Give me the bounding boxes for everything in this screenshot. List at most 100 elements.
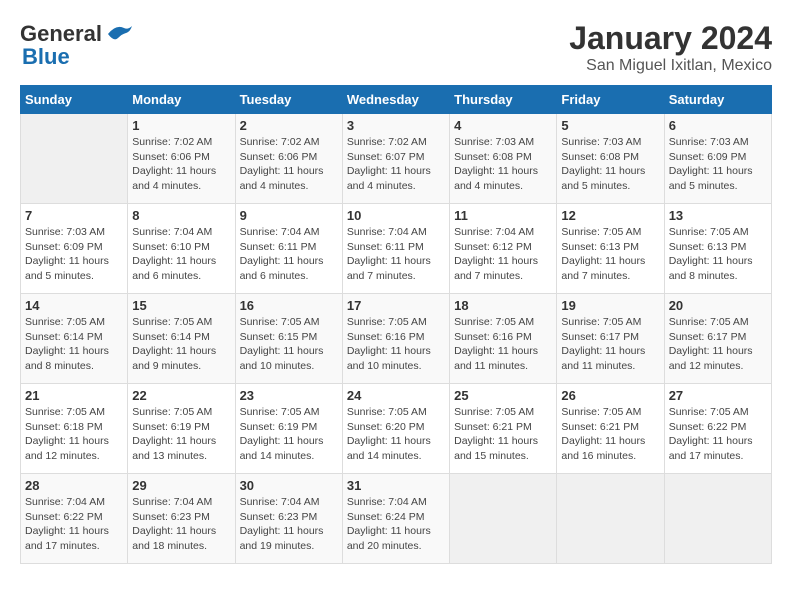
day-number: 18 — [454, 298, 552, 313]
day-info: Sunrise: 7:05 AMSunset: 6:14 PMDaylight:… — [132, 315, 230, 374]
calendar-day-cell: 23 Sunrise: 7:05 AMSunset: 6:19 PMDayligh… — [235, 384, 342, 474]
calendar-day-cell: 7 Sunrise: 7:03 AMSunset: 6:09 PMDaylight… — [21, 204, 128, 294]
calendar-day-cell: 29 Sunrise: 7:04 AMSunset: 6:23 PMDayligh… — [128, 474, 235, 564]
calendar-day-cell: 5Sunrise: 7:03 AMSunset: 6:08 PMDaylight… — [557, 114, 664, 204]
calendar-day-cell: 12 Sunrise: 7:05 AMSunset: 6:13 PMDayligh… — [557, 204, 664, 294]
day-of-week-header: Sunday — [21, 86, 128, 114]
day-number: 22 — [132, 388, 230, 403]
calendar-day-cell: 14Sunrise: 7:05 AMSunset: 6:14 PMDayligh… — [21, 294, 128, 384]
day-number: 8 — [132, 208, 230, 223]
calendar-day-cell: 22Sunrise: 7:05 AMSunset: 6:19 PMDayligh… — [128, 384, 235, 474]
day-number: 16 — [240, 298, 338, 313]
day-info: Sunrise: 7:05 AMSunset: 6:13 PMDaylight:… — [669, 225, 767, 284]
day-number: 23 — [240, 388, 338, 403]
day-number: 29 — [132, 478, 230, 493]
calendar-day-cell: 15 Sunrise: 7:05 AMSunset: 6:14 PMDayligh… — [128, 294, 235, 384]
title-section: January 2024 San Miguel Ixitlan, Mexico — [569, 20, 772, 75]
calendar-day-cell: 18 Sunrise: 7:05 AMSunset: 6:16 PMDayligh… — [450, 294, 557, 384]
calendar-day-cell: 19 Sunrise: 7:05 AMSunset: 6:17 PMDayligh… — [557, 294, 664, 384]
day-info: Sunrise: 7:05 AMSunset: 6:17 PMDaylight:… — [669, 315, 767, 374]
day-info: Sunrise: 7:05 AMSunset: 6:19 PMDaylight:… — [240, 405, 338, 464]
day-number: 26 — [561, 388, 659, 403]
calendar-day-cell: 1 Sunrise: 7:02 AMSunset: 6:06 PMDaylight… — [128, 114, 235, 204]
calendar-day-cell: 8 Sunrise: 7:04 AMSunset: 6:10 PMDaylight… — [128, 204, 235, 294]
calendar-subtitle: San Miguel Ixitlan, Mexico — [569, 57, 772, 75]
day-number: 7 — [25, 208, 123, 223]
day-number: 17 — [347, 298, 445, 313]
calendar-day-cell: 20Sunrise: 7:05 AMSunset: 6:17 PMDayligh… — [664, 294, 771, 384]
day-number: 28 — [25, 478, 123, 493]
day-number: 1 — [132, 118, 230, 133]
calendar-day-cell: 31Sunrise: 7:04 AMSunset: 6:24 PMDayligh… — [342, 474, 449, 564]
calendar-day-cell — [450, 474, 557, 564]
day-number: 12 — [561, 208, 659, 223]
calendar-day-cell: 4Sunrise: 7:03 AMSunset: 6:08 PMDaylight… — [450, 114, 557, 204]
day-info: Sunrise: 7:04 AMSunset: 6:12 PMDaylight:… — [454, 225, 552, 284]
calendar-header-row: SundayMondayTuesdayWednesdayThursdayFrid… — [21, 86, 772, 114]
day-info: Sunrise: 7:02 AMSunset: 6:06 PMDaylight:… — [132, 135, 230, 194]
day-info: Sunrise: 7:04 AMSunset: 6:23 PMDaylight:… — [132, 495, 230, 554]
calendar-day-cell: 9 Sunrise: 7:04 AMSunset: 6:11 PMDaylight… — [235, 204, 342, 294]
day-info: Sunrise: 7:04 AMSunset: 6:10 PMDaylight:… — [132, 225, 230, 284]
day-info: Sunrise: 7:03 AMSunset: 6:09 PMDaylight:… — [669, 135, 767, 194]
calendar-table: SundayMondayTuesdayWednesdayThursdayFrid… — [20, 85, 772, 564]
day-info: Sunrise: 7:02 AMSunset: 6:07 PMDaylight:… — [347, 135, 445, 194]
day-info: Sunrise: 7:03 AMSunset: 6:09 PMDaylight:… — [25, 225, 123, 284]
day-info: Sunrise: 7:05 AMSunset: 6:22 PMDaylight:… — [669, 405, 767, 464]
day-number: 19 — [561, 298, 659, 313]
day-of-week-header: Monday — [128, 86, 235, 114]
day-info: Sunrise: 7:05 AMSunset: 6:14 PMDaylight:… — [25, 315, 123, 374]
day-info: Sunrise: 7:05 AMSunset: 6:21 PMDaylight:… — [561, 405, 659, 464]
calendar-day-cell: 2 Sunrise: 7:02 AMSunset: 6:06 PMDaylight… — [235, 114, 342, 204]
day-info: Sunrise: 7:05 AMSunset: 6:16 PMDaylight:… — [347, 315, 445, 374]
calendar-day-cell: 30Sunrise: 7:04 AMSunset: 6:23 PMDayligh… — [235, 474, 342, 564]
day-info: Sunrise: 7:05 AMSunset: 6:20 PMDaylight:… — [347, 405, 445, 464]
day-of-week-header: Wednesday — [342, 86, 449, 114]
calendar-day-cell: 21Sunrise: 7:05 AMSunset: 6:18 PMDayligh… — [21, 384, 128, 474]
page-header: General Blue January 2024 San Miguel Ixi… — [20, 20, 772, 75]
calendar-day-cell: 28 Sunrise: 7:04 AMSunset: 6:22 PMDayligh… — [21, 474, 128, 564]
day-number: 10 — [347, 208, 445, 223]
calendar-day-cell: 17 Sunrise: 7:05 AMSunset: 6:16 PMDayligh… — [342, 294, 449, 384]
day-info: Sunrise: 7:05 AMSunset: 6:18 PMDaylight:… — [25, 405, 123, 464]
day-info: Sunrise: 7:05 AMSunset: 6:16 PMDaylight:… — [454, 315, 552, 374]
calendar-week-row: 1 Sunrise: 7:02 AMSunset: 6:06 PMDaylight… — [21, 114, 772, 204]
day-number: 3 — [347, 118, 445, 133]
day-number: 31 — [347, 478, 445, 493]
calendar-day-cell: 27 Sunrise: 7:05 AMSunset: 6:22 PMDayligh… — [664, 384, 771, 474]
day-number: 15 — [132, 298, 230, 313]
day-info: Sunrise: 7:05 AMSunset: 6:15 PMDaylight:… — [240, 315, 338, 374]
logo-blue: Blue — [22, 44, 70, 70]
day-info: Sunrise: 7:04 AMSunset: 6:22 PMDaylight:… — [25, 495, 123, 554]
day-info: Sunrise: 7:04 AMSunset: 6:11 PMDaylight:… — [240, 225, 338, 284]
day-number: 5 — [561, 118, 659, 133]
day-info: Sunrise: 7:04 AMSunset: 6:11 PMDaylight:… — [347, 225, 445, 284]
calendar-day-cell: 10 Sunrise: 7:04 AMSunset: 6:11 PMDayligh… — [342, 204, 449, 294]
day-number: 11 — [454, 208, 552, 223]
calendar-day-cell: 11 Sunrise: 7:04 AMSunset: 6:12 PMDayligh… — [450, 204, 557, 294]
calendar-day-cell: 25Sunrise: 7:05 AMSunset: 6:21 PMDayligh… — [450, 384, 557, 474]
day-of-week-header: Friday — [557, 86, 664, 114]
calendar-day-cell: 26 Sunrise: 7:05 AMSunset: 6:21 PMDayligh… — [557, 384, 664, 474]
day-number: 2 — [240, 118, 338, 133]
day-number: 4 — [454, 118, 552, 133]
calendar-day-cell: 6Sunrise: 7:03 AMSunset: 6:09 PMDaylight… — [664, 114, 771, 204]
day-of-week-header: Thursday — [450, 86, 557, 114]
calendar-week-row: 7 Sunrise: 7:03 AMSunset: 6:09 PMDaylight… — [21, 204, 772, 294]
calendar-week-row: 28 Sunrise: 7:04 AMSunset: 6:22 PMDayligh… — [21, 474, 772, 564]
day-info: Sunrise: 7:02 AMSunset: 6:06 PMDaylight:… — [240, 135, 338, 194]
day-number: 13 — [669, 208, 767, 223]
day-info: Sunrise: 7:05 AMSunset: 6:17 PMDaylight:… — [561, 315, 659, 374]
day-number: 27 — [669, 388, 767, 403]
day-number: 30 — [240, 478, 338, 493]
day-info: Sunrise: 7:05 AMSunset: 6:21 PMDaylight:… — [454, 405, 552, 464]
calendar-day-cell — [664, 474, 771, 564]
logo: General Blue — [20, 20, 136, 70]
day-info: Sunrise: 7:05 AMSunset: 6:13 PMDaylight:… — [561, 225, 659, 284]
calendar-day-cell: 24Sunrise: 7:05 AMSunset: 6:20 PMDayligh… — [342, 384, 449, 474]
calendar-week-row: 14Sunrise: 7:05 AMSunset: 6:14 PMDayligh… — [21, 294, 772, 384]
calendar-title: January 2024 — [569, 20, 772, 57]
calendar-day-cell: 16 Sunrise: 7:05 AMSunset: 6:15 PMDayligh… — [235, 294, 342, 384]
day-number: 9 — [240, 208, 338, 223]
calendar-day-cell — [21, 114, 128, 204]
